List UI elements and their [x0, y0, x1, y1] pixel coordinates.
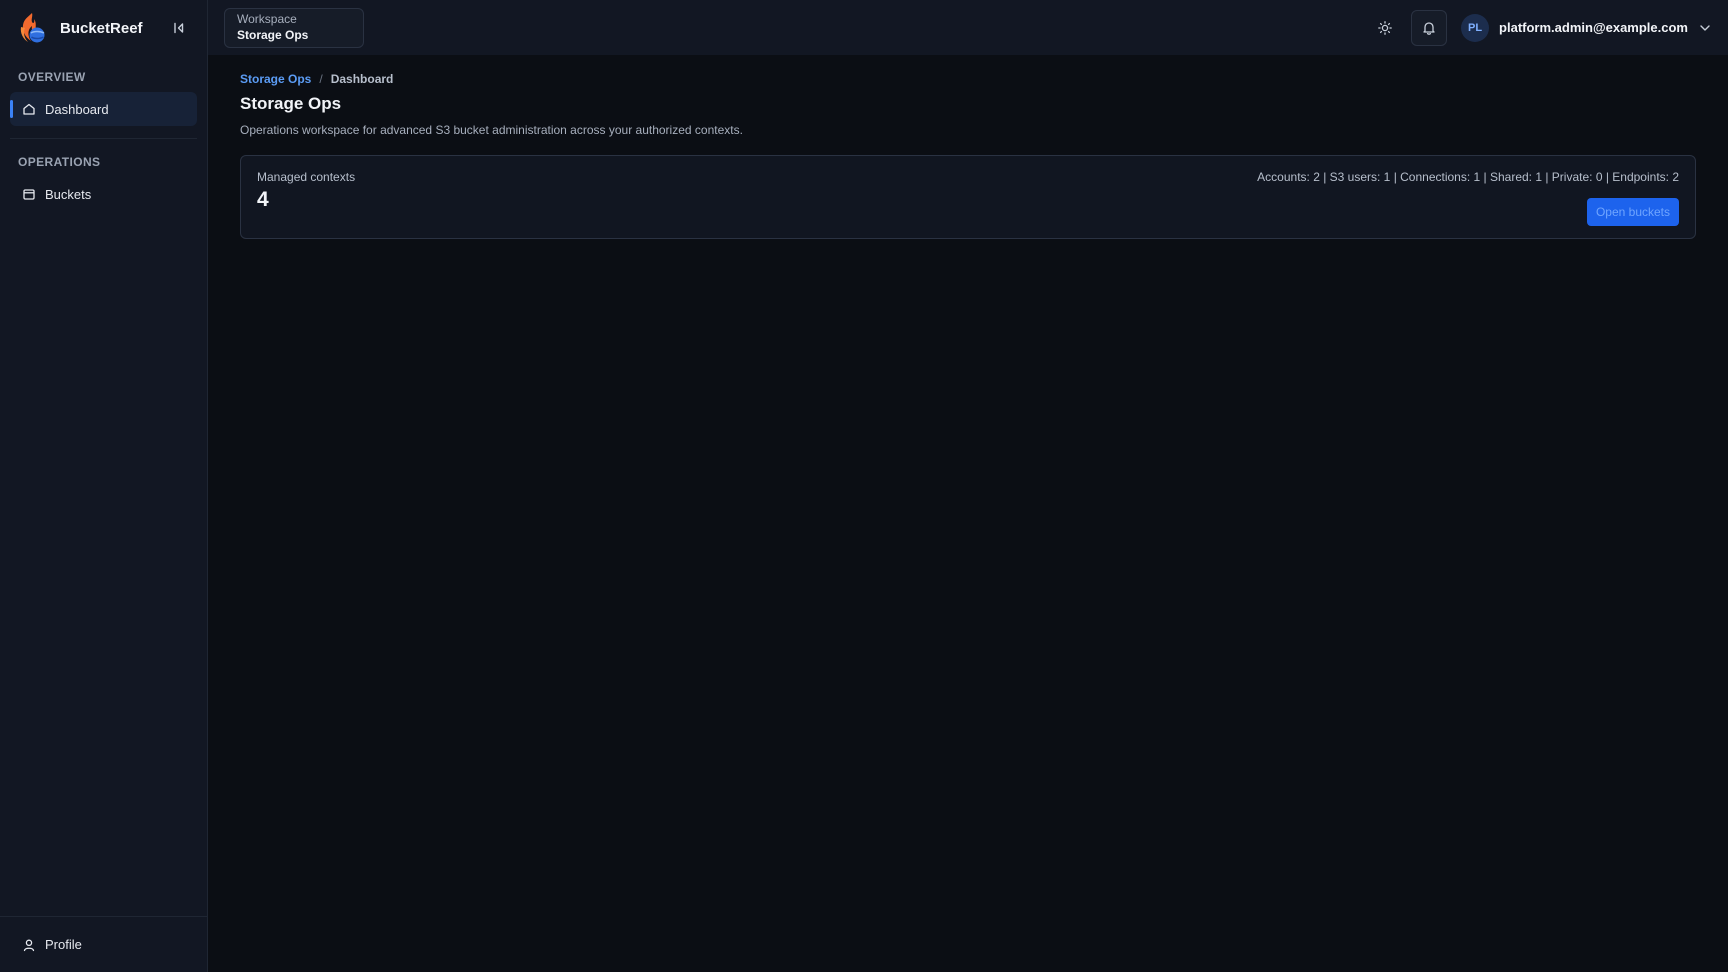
breadcrumb-separator: /	[319, 72, 323, 86]
topbar: Workspace Storage Ops PL platform.admin@…	[208, 0, 1728, 56]
section-label-operations: OPERATIONS	[18, 155, 101, 169]
open-buckets-button[interactable]: Open buckets	[1586, 198, 1679, 226]
user-menu[interactable]: PL platform.admin@example.com	[1461, 13, 1712, 42]
card-value: 4	[257, 188, 269, 211]
sidebar-item-dashboard[interactable]: Dashboard	[10, 92, 197, 126]
app-name: BucketReef	[60, 19, 143, 37]
brand-logo-icon	[18, 11, 48, 45]
notifications-button[interactable]	[1411, 9, 1448, 46]
collapse-icon	[174, 22, 184, 34]
workspace-label: Workspace	[237, 12, 297, 26]
app-shell: BucketReef OVERVIEW Dashboard OPERATIONS…	[0, 0, 1728, 972]
sidebar-item-label: Buckets	[45, 186, 92, 202]
brand: BucketReef	[0, 0, 207, 56]
main-area: Workspace Storage Ops PL platform.admin@…	[208, 0, 1728, 972]
collapse-sidebar-button[interactable]	[169, 18, 189, 38]
sidebar-divider	[10, 138, 197, 139]
home-icon	[23, 103, 35, 115]
breadcrumb: Storage Ops / Dashboard	[240, 72, 1696, 86]
section-label-overview: OVERVIEW	[18, 70, 86, 84]
bell-icon	[1423, 21, 1435, 35]
sun-icon	[1378, 20, 1392, 35]
sidebar-item-profile[interactable]: Profile	[0, 916, 207, 972]
page-description: Operations workspace for advanced S3 buc…	[240, 123, 743, 137]
bucket-icon	[23, 189, 35, 200]
managed-contexts-card: Managed contexts 4 Accounts: 2 | S3 user…	[240, 155, 1696, 239]
sidebar-item-label: Dashboard	[45, 101, 109, 117]
chevron-down-icon	[1700, 24, 1710, 31]
breadcrumb-link-storage-ops[interactable]: Storage Ops	[240, 72, 311, 86]
user-icon	[23, 939, 35, 951]
breadcrumb-current: Dashboard	[330, 72, 394, 86]
sidebar-item-buckets[interactable]: Buckets	[10, 177, 197, 211]
page-title: Storage Ops	[240, 94, 342, 113]
sidebar-item-label: Profile	[45, 937, 82, 952]
workspace-switcher[interactable]: Workspace Storage Ops	[224, 7, 364, 48]
content: Storage Ops / Dashboard Storage Ops Oper…	[208, 56, 1728, 255]
card-stats: Accounts: 2 | S3 users: 1 | Connections:…	[1257, 170, 1679, 184]
avatar: PL	[1461, 13, 1490, 42]
workspace-value: Storage Ops	[237, 28, 309, 42]
user-email: platform.admin@example.com	[1499, 20, 1688, 35]
theme-toggle-button[interactable]	[1367, 10, 1403, 46]
sidebar: BucketReef OVERVIEW Dashboard OPERATIONS…	[0, 0, 208, 972]
